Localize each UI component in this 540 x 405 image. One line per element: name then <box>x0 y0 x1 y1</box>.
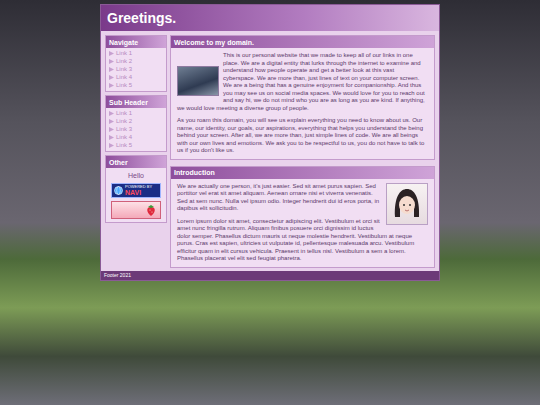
arrow-icon <box>109 135 114 140</box>
navi-line1: POWERED BY <box>125 184 152 189</box>
arrow-icon <box>109 83 114 88</box>
sidebar-header-text: Sub Header <box>109 98 148 107</box>
link-text[interactable]: Link 2 <box>116 118 132 125</box>
section-title: Introduction <box>174 168 215 177</box>
section-text: This is our personal website that we mad… <box>171 48 434 159</box>
link-text[interactable]: Link 2 <box>116 58 132 65</box>
link-text[interactable]: Link 1 <box>116 110 132 117</box>
paragraph: As you roam this domain, you will see us… <box>177 117 428 155</box>
link-text[interactable]: Link 5 <box>116 142 132 149</box>
sidebar-block: Sub HeaderLink 1Link 2Link 3Link 4Link 5 <box>105 95 167 152</box>
link-text[interactable]: Link 3 <box>116 126 132 133</box>
avatar-icon <box>392 187 422 221</box>
navi-text: POWERED BYNAVI <box>125 184 152 197</box>
section-header: Welcome to my domain. <box>171 36 434 48</box>
other-block: OtherHello POWERED BYNAVI <box>105 155 167 223</box>
main-content: Welcome to my domain.This is our persona… <box>170 35 435 268</box>
sidebar-link[interactable]: Link 4 <box>109 134 163 141</box>
link-list: Link 1Link 2Link 3Link 4Link 5 <box>106 108 166 151</box>
sidebar-link[interactable]: Link 2 <box>109 118 163 125</box>
section-header: Introduction <box>171 167 434 179</box>
link-text[interactable]: Link 4 <box>116 134 132 141</box>
footer-text: Footer 2021 <box>104 272 131 279</box>
sidebar-link[interactable]: Link 5 <box>109 142 163 149</box>
strawberry-badge[interactable] <box>111 201 161 219</box>
other-header: Other <box>106 156 166 168</box>
sidebar-header: Navigate <box>106 36 166 48</box>
arrow-icon <box>109 119 114 124</box>
sidebar-header: Sub Header <box>106 96 166 108</box>
section-title: Welcome to my domain. <box>174 38 254 47</box>
navi-line2: NAVI <box>125 189 152 197</box>
arrow-icon <box>109 127 114 132</box>
sidebar-link[interactable]: Link 3 <box>109 126 163 133</box>
title-bar: Greetings. <box>101 5 439 31</box>
section-text: We are actually one person, it's just ea… <box>171 179 434 267</box>
sidebar-link[interactable]: Link 4 <box>109 74 163 81</box>
sidebar-link[interactable]: Link 1 <box>109 50 163 57</box>
link-text[interactable]: Link 4 <box>116 74 132 81</box>
sidebar-link[interactable]: Link 2 <box>109 58 163 65</box>
main-panel: Greetings.NavigateLink 1Link 2Link 3Link… <box>100 4 440 281</box>
page-body: NavigateLink 1Link 2Link 3Link 4Link 5Su… <box>101 31 439 271</box>
site-title: Greetings. <box>107 10 176 26</box>
sidebar-block: NavigateLink 1Link 2Link 3Link 4Link 5 <box>105 35 167 92</box>
greeting: Hello <box>128 171 144 180</box>
link-text[interactable]: Link 3 <box>116 66 132 73</box>
navi-badge[interactable]: POWERED BYNAVI <box>111 183 161 198</box>
link-text[interactable]: Link 1 <box>116 50 132 57</box>
arrow-icon <box>109 51 114 56</box>
sidebar-link[interactable]: Link 3 <box>109 66 163 73</box>
avatar-image <box>386 183 428 225</box>
arrow-icon <box>109 75 114 80</box>
sidebar-link[interactable]: Link 5 <box>109 82 163 89</box>
link-text[interactable]: Link 5 <box>116 82 132 89</box>
globe-icon <box>114 186 123 195</box>
sidebar-link[interactable]: Link 1 <box>109 110 163 117</box>
other-content: Hello POWERED BYNAVI <box>106 168 166 222</box>
arrow-icon <box>109 143 114 148</box>
arrow-icon <box>109 59 114 64</box>
other-header-text: Other <box>109 158 128 167</box>
strawberry-icon <box>145 204 157 217</box>
sidebar: NavigateLink 1Link 2Link 3Link 4Link 5Su… <box>105 35 167 268</box>
photo <box>177 66 219 96</box>
footer: Footer 2021 <box>101 271 439 280</box>
sidebar-header-text: Navigate <box>109 38 138 47</box>
arrow-icon <box>109 111 114 116</box>
content-section: Introduction We are actually one person, … <box>170 166 435 268</box>
arrow-icon <box>109 67 114 72</box>
link-list: Link 1Link 2Link 3Link 4Link 5 <box>106 48 166 91</box>
content-section: Welcome to my domain.This is our persona… <box>170 35 435 160</box>
